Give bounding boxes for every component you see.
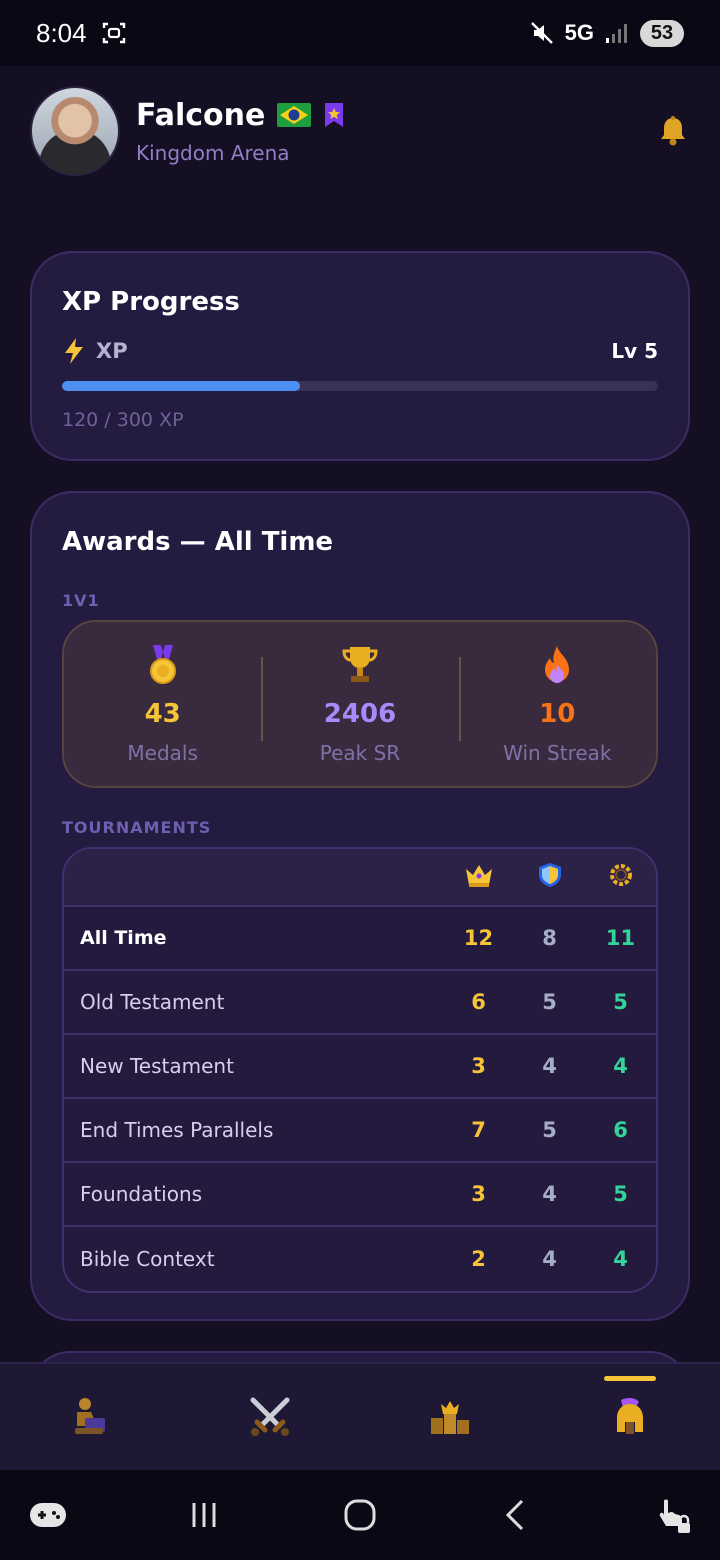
brazil-flag-icon bbox=[277, 103, 312, 127]
awards-card: Awards — All Time 1V1 43 Medals 2406 Pea… bbox=[30, 491, 690, 1321]
row-name: New Testament bbox=[80, 1054, 234, 1078]
gamepad-icon bbox=[30, 1503, 66, 1527]
row-name: Old Testament bbox=[80, 990, 225, 1014]
touch-lock-button[interactable] bbox=[642, 1485, 702, 1545]
row-silver-count: 5 bbox=[542, 990, 557, 1014]
row-silver-count: 4 bbox=[542, 1247, 557, 1271]
stat-value-peak-sr: 2406 bbox=[323, 699, 397, 729]
row-green-count: 4 bbox=[613, 1247, 628, 1271]
battery-indicator: 53 bbox=[640, 19, 684, 47]
row-green-count: 6 bbox=[613, 1118, 628, 1142]
table-row[interactable]: End Times Parallels 7 5 6 bbox=[64, 1099, 656, 1163]
game-launcher-button[interactable] bbox=[18, 1485, 78, 1545]
row-gold-count: 3 bbox=[471, 1054, 486, 1078]
trophy-icon bbox=[342, 647, 378, 682]
table-row[interactable]: All Time 12 8 11 bbox=[64, 907, 656, 971]
crossed-swords-icon bbox=[250, 1397, 290, 1436]
profile-text: Falcone Kingdom Arena bbox=[136, 98, 656, 165]
stat-label-win-streak: Win Streak bbox=[503, 741, 612, 765]
crown-arena-icon bbox=[431, 1401, 469, 1434]
table-row[interactable]: Bible Context 2 4 4 bbox=[64, 1227, 656, 1291]
table-header bbox=[64, 849, 656, 907]
reading-icon bbox=[75, 1398, 105, 1434]
row-silver-count: 4 bbox=[542, 1182, 557, 1206]
stat-label-medals: Medals bbox=[127, 741, 198, 765]
row-name: Bible Context bbox=[80, 1247, 215, 1271]
section-label-1v1: 1V1 bbox=[62, 591, 100, 610]
stat-value-win-streak: 10 bbox=[539, 699, 576, 729]
active-tab-indicator bbox=[604, 1376, 656, 1381]
stat-peak-sr: 2406 Peak SR bbox=[261, 643, 458, 765]
arena-name: Kingdom Arena bbox=[136, 140, 290, 165]
spartan-helmet-icon bbox=[617, 1397, 643, 1434]
row-silver-count: 8 bbox=[542, 926, 557, 950]
row-green-count: 4 bbox=[613, 1054, 628, 1078]
xp-row: XP Lv 5 bbox=[62, 337, 658, 365]
nav-item-study[interactable] bbox=[45, 1372, 135, 1462]
xp-progress-bar bbox=[62, 381, 658, 391]
xp-level: Lv 5 bbox=[611, 339, 658, 363]
screenshot-icon bbox=[102, 22, 125, 44]
shield-icon bbox=[538, 862, 561, 887]
section-label-tournaments: TOURNAMENTS bbox=[62, 818, 212, 837]
stat-medals: 43 Medals bbox=[64, 643, 261, 765]
row-gold-count: 3 bbox=[471, 1182, 486, 1206]
system-nav-bar bbox=[0, 1470, 720, 1560]
xp-label-wrap: XP bbox=[62, 337, 128, 365]
xp-label: XP bbox=[96, 339, 128, 363]
table-row[interactable]: Foundations 3 4 5 bbox=[64, 1163, 656, 1227]
stat-win-streak: 10 Win Streak bbox=[458, 643, 656, 765]
row-gold-count: 12 bbox=[463, 926, 494, 950]
row-name: Foundations bbox=[80, 1182, 203, 1206]
network-type: 5G bbox=[564, 20, 594, 45]
back-icon bbox=[505, 1499, 524, 1531]
row-name: All Time bbox=[80, 927, 167, 949]
name-row: Falcone bbox=[136, 98, 656, 133]
lightning-icon bbox=[65, 338, 83, 364]
stat-label-peak-sr: Peak SR bbox=[319, 741, 401, 765]
row-green-count: 5 bbox=[613, 990, 628, 1014]
tournaments-table: All Time 12 8 11 Old Testament 6 5 5 New… bbox=[62, 847, 658, 1293]
profile-header: Falcone Kingdom Arena bbox=[30, 86, 690, 176]
home-button[interactable] bbox=[330, 1485, 390, 1545]
flame-icon bbox=[545, 646, 570, 683]
recents-icon bbox=[192, 1503, 216, 1527]
nav-item-battle[interactable] bbox=[225, 1372, 315, 1462]
crown-icon bbox=[465, 864, 492, 887]
back-button[interactable] bbox=[486, 1485, 546, 1545]
row-green-count: 11 bbox=[605, 926, 636, 950]
xp-progress-fill bbox=[62, 381, 301, 391]
status-bar: 8:04 5G 53 bbox=[0, 0, 720, 66]
row-gold-count: 6 bbox=[471, 990, 486, 1014]
avatar[interactable] bbox=[30, 86, 120, 176]
awards-card-title: Awards — All Time bbox=[62, 527, 334, 557]
row-name: End Times Parallels bbox=[80, 1118, 274, 1142]
table-row[interactable]: New Testament 3 4 4 bbox=[64, 1035, 656, 1099]
medal-icon bbox=[149, 645, 176, 684]
row-silver-count: 5 bbox=[542, 1118, 557, 1142]
xp-card-title: XP Progress bbox=[62, 287, 240, 317]
bell-icon[interactable] bbox=[656, 114, 690, 148]
table-row[interactable]: Old Testament 6 5 5 bbox=[64, 971, 656, 1035]
recents-button[interactable] bbox=[174, 1485, 234, 1545]
xp-progress-text: 120 / 300 XP bbox=[62, 409, 184, 431]
nav-item-profile[interactable] bbox=[585, 1372, 675, 1462]
mute-icon bbox=[530, 22, 553, 44]
laurel-icon bbox=[609, 863, 632, 886]
stats-box-1v1: 43 Medals 2406 Peak SR 10 Win Streak bbox=[62, 620, 658, 788]
signal-icon bbox=[606, 24, 627, 43]
row-gold-count: 2 bbox=[471, 1247, 486, 1271]
status-time: 8:04 bbox=[36, 17, 87, 48]
nav-item-arena[interactable] bbox=[405, 1372, 495, 1462]
home-icon bbox=[344, 1499, 376, 1531]
row-green-count: 5 bbox=[613, 1182, 628, 1206]
row-silver-count: 4 bbox=[542, 1054, 557, 1078]
stat-value-medals: 43 bbox=[144, 699, 181, 729]
touch-lock-icon bbox=[659, 1499, 690, 1533]
player-name: Falcone bbox=[136, 97, 266, 133]
bottom-nav bbox=[0, 1362, 720, 1470]
purple-ribbon-icon bbox=[325, 103, 344, 127]
xp-progress-card: XP Progress XP Lv 5 120 / 300 XP bbox=[30, 251, 690, 461]
row-gold-count: 7 bbox=[471, 1118, 486, 1142]
